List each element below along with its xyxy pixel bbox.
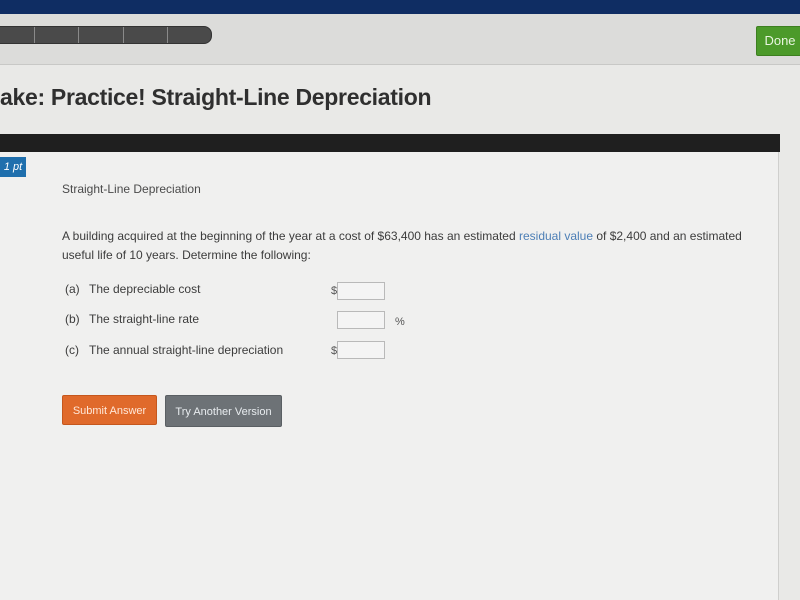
part-letter: (a) — [65, 282, 80, 296]
part-a-row: (a) The depreciable cost — [65, 282, 200, 296]
top-bar — [0, 14, 800, 65]
progress-segment — [124, 27, 168, 43]
progress-segment — [79, 27, 124, 43]
top-strip — [0, 0, 800, 14]
part-label: The depreciable cost — [89, 282, 201, 296]
percent-sign: % — [395, 316, 405, 328]
try-another-version-button[interactable]: Try Another Version — [165, 395, 282, 427]
residual-value-link[interactable]: residual value — [519, 229, 593, 243]
done-button[interactable]: Done — [756, 26, 800, 56]
page-title: ake: Practice! Straight-Line Depreciatio… — [0, 84, 432, 110]
progress-segment — [35, 27, 80, 43]
part-label: The straight-line rate — [89, 312, 200, 326]
part-c-row: (c) The annual straight-line depreciation — [65, 343, 283, 357]
question-header-bar — [0, 134, 780, 152]
submit-answer-button[interactable]: Submit Answer — [62, 395, 157, 425]
part-label: The annual straight-line depreciation — [89, 343, 284, 357]
question-heading: Straight-Line Depreciation — [62, 182, 201, 196]
part-b-row: (b) The straight-line rate — [65, 312, 199, 326]
progress-segment — [0, 27, 36, 43]
straight-line-rate-input[interactable] — [337, 311, 385, 329]
progress-segment — [168, 27, 211, 43]
question-text: A building acquired at the beginning of … — [62, 227, 762, 265]
depreciable-cost-input[interactable] — [337, 282, 385, 300]
points-badge: 1 pt — [0, 157, 26, 177]
part-letter: (c) — [65, 343, 79, 357]
question-text-before: A building acquired at the beginning of … — [62, 229, 519, 243]
part-letter: (b) — [65, 312, 80, 326]
progress-bar — [0, 26, 212, 44]
annual-depreciation-input[interactable] — [337, 341, 385, 359]
question-panel — [0, 152, 779, 600]
